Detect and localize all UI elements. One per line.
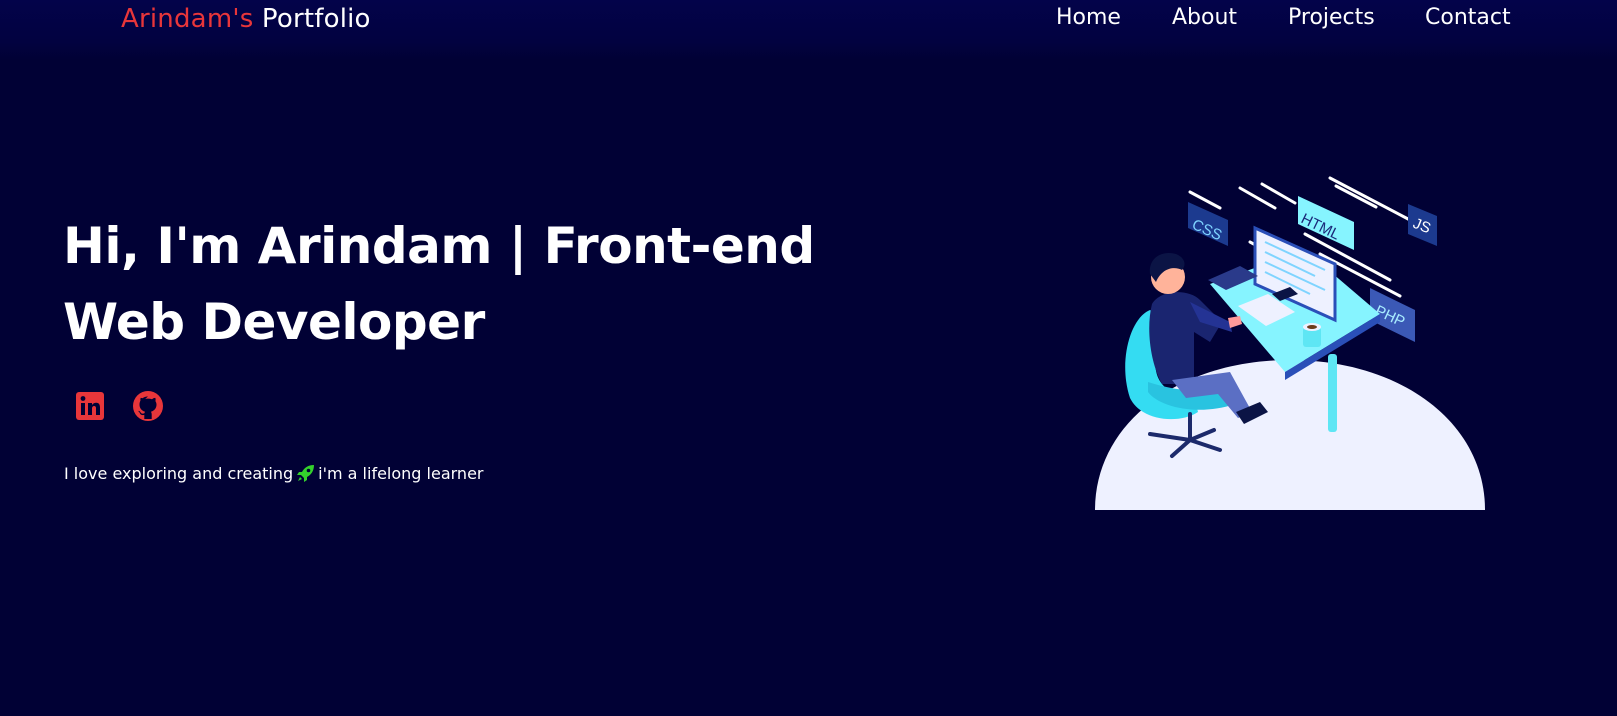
nav-link-home[interactable]: Home bbox=[1056, 5, 1121, 30]
nav-link-contact[interactable]: Contact bbox=[1425, 5, 1511, 30]
developer-illustration: CSS HTML JS PHP bbox=[1095, 176, 1485, 510]
navbar: Arindam's Portfolio Home About Projects … bbox=[0, 0, 1617, 60]
desk-leg bbox=[1328, 354, 1337, 432]
linkedin-link[interactable] bbox=[72, 388, 108, 424]
hero-title-line-2: Web Developer bbox=[63, 293, 485, 351]
hero-title-line-1: Hi, I'm Arindam | Front-end bbox=[63, 217, 815, 275]
person-hand bbox=[1228, 316, 1242, 328]
nav-link-projects[interactable]: Projects bbox=[1288, 5, 1375, 30]
hero-title: Hi, I'm Arindam | Front-end Web Develope… bbox=[63, 208, 843, 360]
nav-link-about[interactable]: About bbox=[1172, 5, 1237, 30]
github-icon bbox=[133, 391, 163, 421]
rocket-icon bbox=[297, 465, 315, 482]
css-tag: CSS bbox=[1188, 202, 1228, 246]
js-tag: JS bbox=[1408, 204, 1437, 246]
person-torso bbox=[1149, 292, 1222, 384]
github-link[interactable] bbox=[130, 388, 166, 424]
tagline: I love exploring and creating i'm a life… bbox=[64, 463, 483, 483]
tagline-text-after: i'm a lifelong learner bbox=[318, 463, 484, 483]
nav-links: Home About Projects Contact bbox=[0, 5, 1617, 41]
linkedin-icon bbox=[76, 392, 104, 420]
tagline-text-before: I love exploring and creating bbox=[64, 463, 294, 483]
html-tag: HTML bbox=[1298, 196, 1354, 250]
